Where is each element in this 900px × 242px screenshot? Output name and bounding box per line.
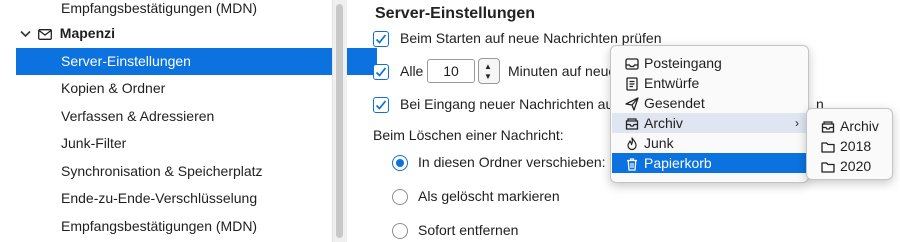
submenu-item-2020[interactable]: 2020 xyxy=(808,156,891,176)
inbox-icon xyxy=(625,56,639,70)
check-interval-prefix: Alle xyxy=(400,63,424,79)
radio-mark-deleted-label: Als gelöscht markieren xyxy=(418,188,560,204)
interval-minutes-input[interactable]: 10 xyxy=(427,59,475,83)
chevron-down-icon[interactable] xyxy=(20,21,34,48)
radio-remove-immediately[interactable] xyxy=(392,223,408,239)
radio-move-to-folder-label: In diesen Ordner verschieben: xyxy=(418,154,606,170)
delete-behavior-label: Beim Löschen einer Nachricht: xyxy=(373,127,564,143)
archive-submenu: Archiv 2018 2020 xyxy=(806,108,893,180)
sidebar-item-e2e-encryption[interactable]: Ende-zu-Ende-Verschlüsselung xyxy=(0,185,332,212)
stepper-up-icon[interactable]: ▲ xyxy=(484,63,492,71)
archive-icon xyxy=(821,119,835,133)
check-interval-suffix: Minuten auf neue xyxy=(508,63,617,79)
menu-item-archive[interactable]: Archiv › xyxy=(612,113,807,133)
sidebar-item-sync-storage[interactable]: Synchronisation & Speicherplatz xyxy=(0,158,332,185)
radio-mark-deleted[interactable] xyxy=(392,189,408,205)
menu-item-junk[interactable]: Junk xyxy=(612,133,807,153)
checkmark-icon xyxy=(375,34,387,44)
check-startup-checkbox[interactable] xyxy=(373,31,389,47)
page-title: Server-Einstellungen xyxy=(375,5,536,22)
account-settings-sidebar: Empfangsbestätigungen (MDN) Mapenzi Serv… xyxy=(0,0,377,242)
check-startup-label: Beim Starten auf neue Nachrichten prüfen xyxy=(400,30,662,46)
sidebar-item-mdn-previous[interactable]: Empfangsbestätigungen (MDN) xyxy=(0,0,332,22)
menu-item-sent[interactable]: Gesendet xyxy=(612,93,807,113)
submenu-arrow-icon: › xyxy=(795,116,799,130)
check-new-messages-label: Bei Eingang neuer Nachrichten au xyxy=(400,96,614,112)
folder-picker-menu: Posteingang Entwürfe Gesendet Archiv › J… xyxy=(610,45,809,183)
radio-remove-immediately-label: Sofort entfernen xyxy=(418,222,519,238)
mail-account-icon xyxy=(37,22,52,49)
radio-move-to-folder[interactable] xyxy=(392,155,408,171)
interval-stepper[interactable]: ▲ ▼ xyxy=(478,58,500,84)
checkmark-icon xyxy=(375,67,387,77)
sidebar-item-copies-folders[interactable]: Kopien & Ordner xyxy=(0,75,332,102)
menu-item-inbox[interactable]: Posteingang xyxy=(612,53,807,73)
sidebar-account-mapenzi[interactable]: Mapenzi xyxy=(0,20,332,47)
check-new-messages-checkbox[interactable] xyxy=(373,97,389,113)
submenu-item-2018[interactable]: 2018 xyxy=(808,136,891,156)
sidebar-item-composition[interactable]: Verfassen & Adressieren xyxy=(0,103,332,130)
check-interval-checkbox[interactable] xyxy=(373,64,389,80)
sidebar-item-server-settings[interactable]: Server-Einstellungen xyxy=(16,48,377,75)
folder-icon xyxy=(821,139,835,153)
trash-icon xyxy=(625,156,639,171)
sidebar-scrollbar-thumb[interactable] xyxy=(336,4,343,238)
submenu-item-archive[interactable]: Archiv xyxy=(808,116,891,136)
stepper-down-icon[interactable]: ▼ xyxy=(484,73,492,81)
checkmark-icon xyxy=(375,100,387,110)
account-name: Mapenzi xyxy=(59,25,116,41)
menu-item-drafts[interactable]: Entwürfe xyxy=(612,73,807,93)
draft-icon xyxy=(625,76,639,91)
archive-icon xyxy=(625,116,639,130)
send-icon xyxy=(625,96,639,111)
sidebar-item-junk-filter[interactable]: Junk-Filter xyxy=(0,130,332,157)
sidebar-item-mdn[interactable]: Empfangsbestätigungen (MDN) xyxy=(0,213,332,240)
junk-icon xyxy=(625,136,639,151)
menu-item-trash[interactable]: Papierkorb xyxy=(612,153,807,173)
folder-icon xyxy=(821,159,835,173)
